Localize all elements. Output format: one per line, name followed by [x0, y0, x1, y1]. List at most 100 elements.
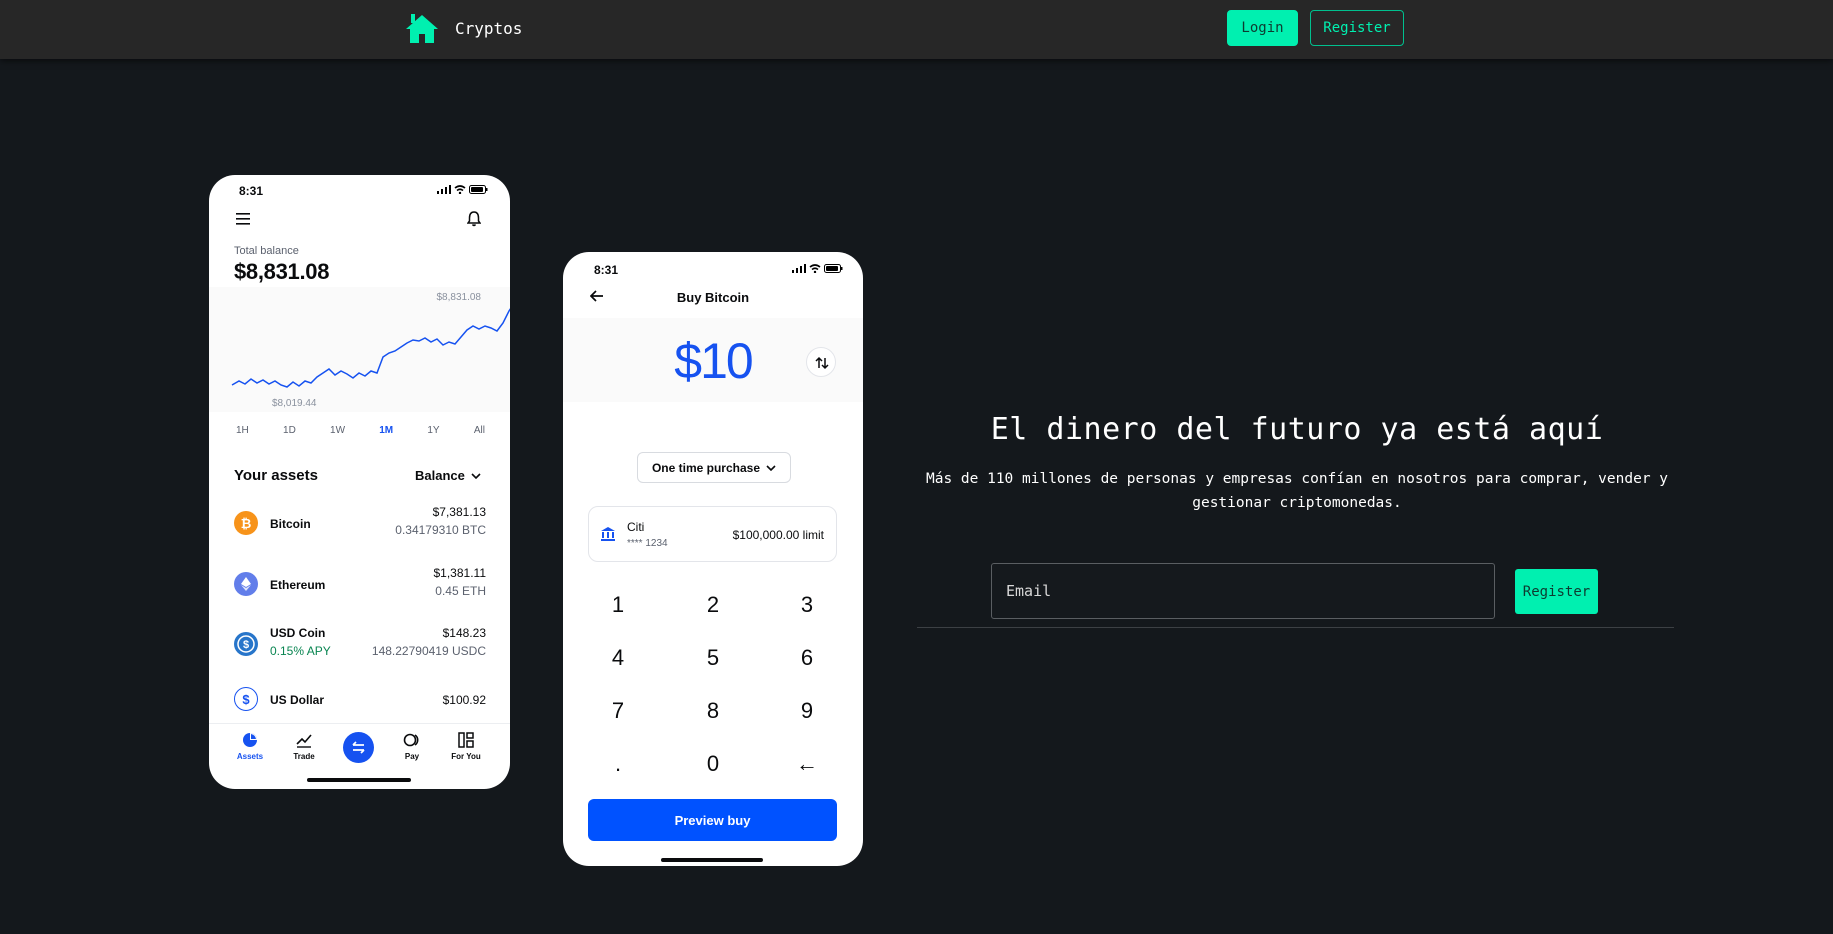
bell-icon[interactable]	[467, 211, 481, 227]
swap-action-button[interactable]	[343, 732, 374, 763]
bitcoin-icon: ₿	[234, 511, 258, 535]
top-navbar: Cryptos Login Register	[0, 0, 1833, 59]
bank-icon	[601, 527, 615, 541]
chart-low-label: $8,019.44	[272, 398, 317, 409]
asset-amount: 0.45 ETH	[435, 584, 486, 598]
keypad-key-decimal[interactable]: .	[588, 751, 648, 777]
asset-row-ethereum[interactable]: Ethereum $1,381.11 0.45 ETH	[234, 566, 486, 606]
register-button[interactable]: Register	[1310, 10, 1404, 46]
wifi-icon	[809, 264, 821, 273]
preview-buy-button[interactable]: Preview buy	[588, 799, 837, 841]
tab-label: Assets	[236, 752, 264, 761]
asset-amount: 148.22790419 USDC	[371, 644, 486, 658]
keypad-key-3[interactable]: 3	[777, 592, 837, 618]
home-indicator	[661, 858, 763, 862]
range-1h[interactable]: 1H	[236, 425, 249, 436]
keypad-key-0[interactable]: 0	[683, 751, 743, 777]
purchase-type-label: One time purchase	[651, 460, 761, 475]
range-1m[interactable]: 1M	[379, 425, 393, 436]
range-1y[interactable]: 1Y	[427, 425, 439, 436]
balance-chart: $8,831.08 $8,019.44	[209, 287, 510, 412]
tab-trade[interactable]: Trade	[279, 732, 329, 761]
keypad-key-5[interactable]: 5	[683, 645, 743, 671]
bank-limit: $100,000.00 limit	[732, 528, 824, 542]
asset-value: $1,381.11	[433, 566, 487, 580]
chevron-down-icon	[766, 464, 776, 471]
asset-row-bitcoin[interactable]: ₿ Bitcoin $7,381.13 0.34179310 BTC	[234, 505, 486, 545]
chevron-down-icon	[471, 472, 481, 479]
grid-icon	[458, 732, 474, 748]
keypad-key-1[interactable]: 1	[588, 592, 648, 618]
home-indicator	[307, 778, 411, 782]
balance-line	[231, 308, 510, 388]
keypad-key-8[interactable]: 8	[683, 698, 743, 724]
tab-label: Pay	[404, 752, 420, 761]
status-time: 8:31	[239, 184, 264, 198]
signal-icon	[792, 264, 806, 273]
divider	[917, 627, 1674, 628]
hero-subtitle: Más de 110 millones de personas y empres…	[925, 471, 1669, 511]
menu-icon[interactable]	[236, 213, 250, 225]
battery-icon	[824, 264, 843, 273]
bottom-tab-bar: Assets Trade Pay For You	[209, 723, 510, 789]
tab-assets[interactable]: Assets	[225, 732, 275, 761]
phone-buy-mockup: 8:31 Buy Bitcoin $10 One time purchase C…	[563, 252, 863, 866]
system-status-icons	[792, 264, 843, 273]
usdc-icon: $	[234, 632, 258, 656]
tab-pay[interactable]: Pay	[387, 732, 437, 761]
screen-title: Buy Bitcoin	[676, 290, 750, 305]
login-button[interactable]: Login	[1227, 10, 1298, 46]
trend-icon	[296, 734, 312, 748]
email-input[interactable]	[991, 563, 1495, 619]
pay-icon	[403, 733, 419, 747]
phone-assets-mockup: 8:31 Total balance $8,831.08 $8,831.08 $…	[209, 175, 510, 789]
keypad-backspace[interactable]: ←	[777, 751, 837, 777]
keypad-key-4[interactable]: 4	[588, 645, 648, 671]
balance-dropdown[interactable]: Balance	[415, 468, 481, 483]
swap-arrows-icon	[352, 741, 365, 754]
pie-chart-icon	[243, 733, 257, 747]
asset-row-usd-coin[interactable]: $ USD Coin 0.15% APY $148.23 148.2279041…	[234, 626, 486, 666]
hero-title: El dinero del futuro ya está aquí	[990, 412, 1604, 447]
status-time: 8:31	[594, 263, 619, 277]
range-all[interactable]: All	[474, 425, 485, 436]
signal-icon	[437, 185, 451, 194]
asset-name: Bitcoin	[270, 517, 311, 531]
assets-title: Your assets	[234, 467, 318, 484]
amount-area: $10	[563, 318, 863, 402]
brand-logo[interactable]: Cryptos	[405, 12, 522, 44]
asset-name: USD Coin	[270, 626, 326, 640]
tab-label: For You	[451, 752, 481, 761]
swap-currency-button[interactable]	[806, 347, 836, 377]
time-range-selector: 1H 1D 1W 1M 1Y All	[236, 425, 485, 436]
system-status-icons	[437, 185, 488, 194]
total-balance-label: Total balance	[234, 245, 299, 257]
house-icon	[406, 14, 438, 43]
ethereum-icon	[234, 572, 258, 596]
total-balance-value: $8,831.08	[234, 259, 330, 284]
asset-name: Ethereum	[270, 578, 326, 592]
payment-method-card[interactable]: Citi **** 1234 $100,000.00 limit	[588, 506, 837, 562]
asset-amount: 0.34179310 BTC	[395, 523, 486, 537]
keypad-key-6[interactable]: 6	[777, 645, 837, 671]
asset-name: US Dollar	[270, 693, 325, 707]
balance-dropdown-label: Balance	[415, 468, 465, 483]
bank-name: Citi	[627, 520, 645, 534]
range-1d[interactable]: 1D	[283, 425, 296, 436]
asset-value: $100.92	[442, 693, 486, 707]
swap-vertical-icon	[815, 356, 829, 370]
range-1w[interactable]: 1W	[330, 425, 345, 436]
tab-label: Trade	[293, 752, 315, 761]
keypad-key-2[interactable]: 2	[683, 592, 743, 618]
purchase-type-dropdown[interactable]: One time purchase	[637, 452, 791, 483]
keypad-key-9[interactable]: 9	[777, 698, 837, 724]
hero-register-button[interactable]: Register	[1515, 569, 1598, 614]
keypad-key-7[interactable]: 7	[588, 698, 648, 724]
asset-value: $7,381.13	[432, 505, 486, 519]
asset-row-us-dollar[interactable]: $ US Dollar $100.92	[234, 687, 486, 727]
svg-text:$: $	[243, 639, 249, 651]
brand-name: Cryptos	[455, 18, 523, 38]
dollar-icon: $	[234, 687, 258, 711]
wifi-icon	[454, 185, 466, 194]
tab-for-you[interactable]: For You	[441, 732, 491, 761]
